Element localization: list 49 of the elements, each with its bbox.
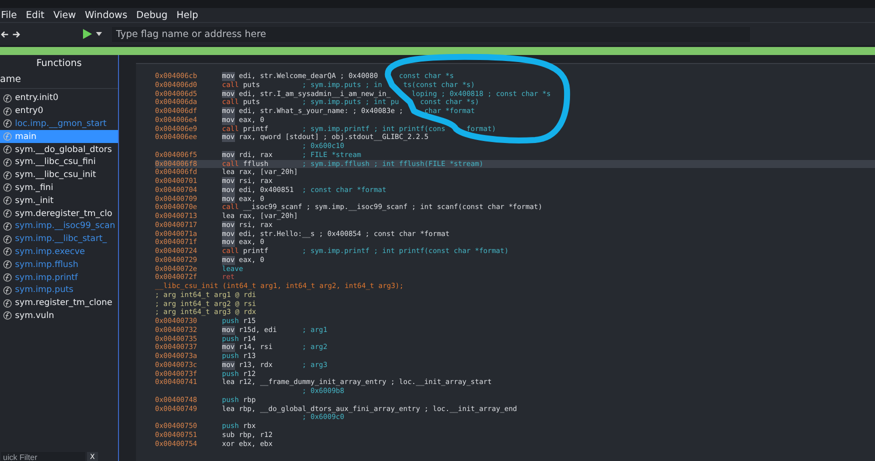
column-header[interactable]: ame — [0, 72, 118, 89]
function-icon — [3, 106, 12, 116]
function-item[interactable]: sym.__libc_csu_init — [0, 168, 118, 182]
function-icon — [3, 119, 12, 128]
function-icon — [3, 132, 12, 142]
function-item[interactable]: sym.imp.execve — [0, 246, 118, 258]
function-item[interactable]: sym.__libc_csu_fini — [0, 156, 118, 169]
function-icon — [3, 170, 12, 180]
back-arrow-icon[interactable] — [0, 30, 9, 38]
menu-item[interactable]: File — [1, 10, 17, 20]
menu-item[interactable]: Debug — [136, 10, 168, 20]
function-icon — [3, 222, 12, 231]
function-icon — [3, 273, 12, 282]
function-item[interactable]: entry.init0 — [0, 92, 118, 105]
function-icon — [3, 260, 12, 270]
function-item[interactable]: sym.deregister_tm_clo — [0, 207, 118, 220]
search-field[interactable]: Type flag name or address here — [112, 26, 750, 42]
play-icon[interactable] — [83, 29, 92, 39]
function-icon — [3, 286, 12, 295]
function-icon — [3, 183, 12, 192]
menu-item[interactable]: Help — [176, 10, 198, 20]
panel-title: Functions — [35, 57, 83, 71]
function-icon — [3, 196, 12, 206]
function-item[interactable]: sym.imp.__libc_start_ — [0, 232, 118, 246]
function-icon — [3, 209, 12, 218]
function-icon — [3, 145, 12, 154]
function-item[interactable]: sym.vuln — [0, 310, 118, 322]
function-item[interactable]: loc.imp.__gmon_start — [0, 118, 118, 130]
function-item[interactable]: sym.imp.printf — [0, 271, 118, 284]
menu-item[interactable]: Windows — [84, 10, 128, 20]
filter-field[interactable]: uick Filter — [1, 452, 85, 461]
function-icon — [3, 298, 12, 308]
menu-item[interactable]: View — [53, 10, 76, 20]
function-icon — [3, 234, 12, 244]
caret-icon[interactable] — [96, 32, 102, 36]
function-icon — [3, 247, 12, 256]
function-item[interactable]: sym.imp.__isoc99_scan — [0, 220, 118, 233]
function-item[interactable]: entry0 — [0, 104, 118, 118]
menu-item[interactable]: Edit — [26, 10, 44, 20]
function-item[interactable]: sym.register_tm_clone — [0, 296, 118, 310]
function-item[interactable]: sym.__do_global_dtors — [0, 143, 118, 156]
function-item[interactable]: sym.imp.puts — [0, 284, 118, 297]
function-icon — [3, 311, 12, 320]
function-item[interactable]: sym.imp.fflush — [0, 258, 118, 272]
function-icon — [3, 158, 12, 167]
function-item[interactable]: sym._init — [0, 194, 118, 208]
function-item[interactable]: sym._fini — [0, 182, 118, 194]
forward-arrow-icon[interactable] — [12, 30, 21, 38]
function-icon — [3, 94, 12, 103]
